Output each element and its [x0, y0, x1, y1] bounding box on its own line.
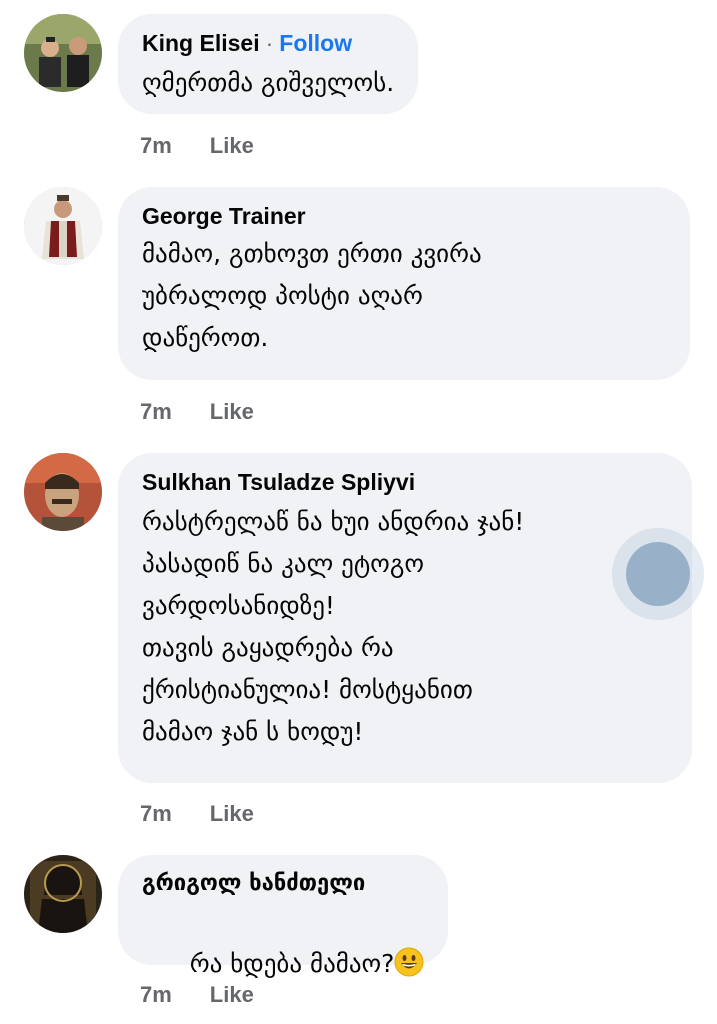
avatar[interactable] — [24, 187, 102, 265]
timestamp[interactable]: 7m — [140, 133, 172, 159]
author-name[interactable]: King Elisei — [142, 30, 260, 56]
follow-button[interactable]: Follow — [279, 30, 352, 56]
avatar[interactable] — [24, 14, 102, 92]
like-button[interactable]: Like — [210, 982, 254, 1008]
avatar-photo-icon — [24, 14, 102, 92]
comment-text: მამაო, გთხოვთ ერთი კვირა უბრალოდ პოსტი ა… — [142, 239, 482, 352]
avatar-photo-icon — [24, 187, 102, 265]
like-button[interactable]: Like — [210, 801, 254, 827]
author-name[interactable]: George Trainer — [142, 201, 666, 231]
like-button[interactable]: Like — [210, 399, 254, 425]
author-name[interactable]: Sulkhan Tsuladze Spliyvi — [142, 467, 668, 497]
timestamp[interactable]: 7m — [140, 801, 172, 827]
separator-dot: · — [265, 30, 274, 56]
timestamp[interactable]: 7m — [140, 399, 172, 425]
comment-bubble: King Elisei · Follow ღმერთმა გიშველოს. — [118, 14, 419, 114]
touch-indicator-dot — [626, 542, 690, 606]
touch-indicator — [612, 528, 704, 620]
like-button[interactable]: Like — [210, 133, 254, 159]
comment-text: რა ხდება მამაო? — [189, 949, 395, 978]
comment-text: რასტრელაწ ნა ხუი ანდრია ჯან! პასადიწ ნა … — [142, 507, 525, 746]
comment-bubble: George Trainer მამაო, გთხოვთ ერთი კვირა … — [118, 187, 690, 380]
comment-text: ღმერთმა გიშველოს. — [142, 68, 395, 97]
avatar-portrait-icon — [24, 453, 102, 531]
avatar[interactable] — [24, 453, 102, 531]
avatar-icon-portrait — [24, 855, 102, 933]
author-name[interactable]: გრიგოლ ხანძთელი — [142, 869, 424, 899]
timestamp[interactable]: 7m — [140, 982, 172, 1008]
avatar[interactable] — [24, 855, 102, 933]
comment-bubble: Sulkhan Tsuladze Spliyvi რასტრელაწ ნა ხუ… — [118, 453, 692, 783]
grinning-face-emoji-icon — [394, 947, 424, 977]
comment-bubble: გრიგოლ ხანძთელი რა ხდება მამაო? — [118, 855, 449, 978]
